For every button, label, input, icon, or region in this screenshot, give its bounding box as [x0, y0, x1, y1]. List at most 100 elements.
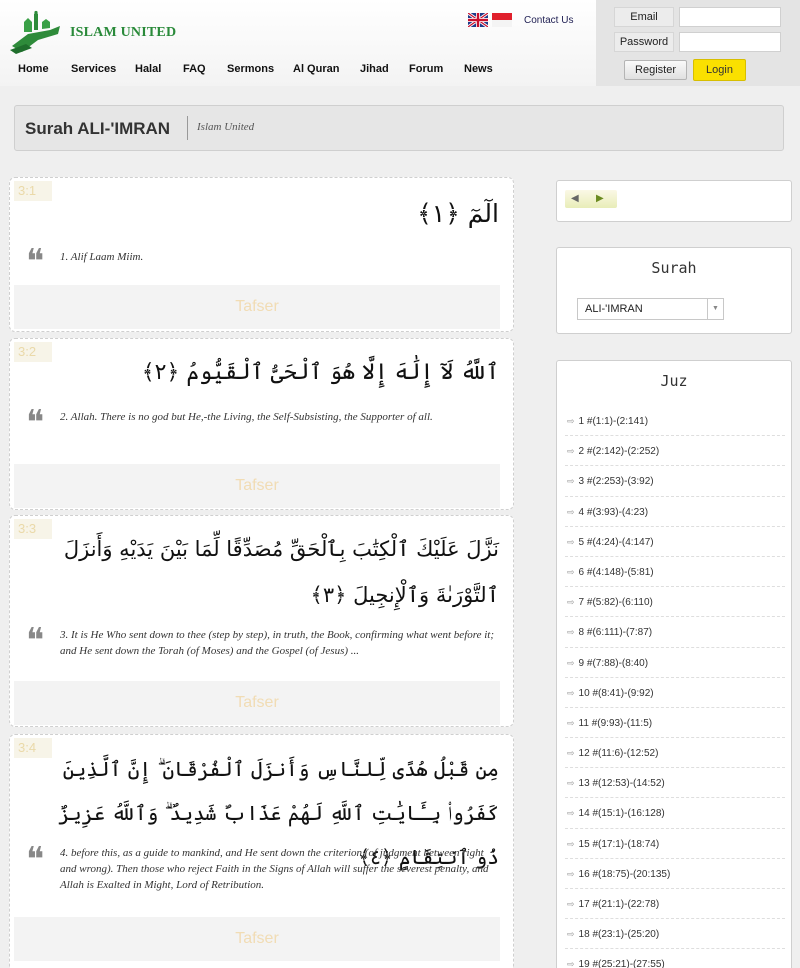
quote-icon: ❝ — [26, 840, 45, 880]
page-subtitle: Islam United — [197, 121, 255, 133]
verse-number: 3:1 — [14, 181, 52, 201]
arabic-text: الٓمٓ ﴿١﴾ — [417, 199, 499, 228]
tafser-button[interactable]: Tafser — [14, 464, 500, 508]
arrow-right-icon: ⇨ — [567, 657, 575, 668]
juz-item[interactable]: ⇨ 15 #(17:1)-(18:74) — [565, 829, 785, 859]
arrow-right-icon: ⇨ — [567, 627, 575, 638]
nav-jihad[interactable]: Jihad — [360, 63, 409, 75]
nav-home[interactable]: Home — [18, 63, 71, 75]
surah-select-value: ALI-'IMRAN — [585, 303, 643, 315]
brand-name[interactable]: ISLAM UNITED — [70, 25, 176, 41]
juz-item[interactable]: ⇨ 16 #(18:75)-(20:135) — [565, 859, 785, 889]
juz-item-label: 11 #(9:93)-(11:5) — [578, 717, 653, 729]
arrow-right-icon: ⇨ — [567, 416, 575, 426]
juz-item[interactable]: ⇨ 1 #(1:1)-(2:141) — [565, 406, 785, 437]
juz-item-label: 12 #(11:6)-(12:52) — [578, 748, 659, 760]
juz-item-label: 8 #(6:111)-(7:87) — [578, 627, 653, 639]
surah-heading: Surah — [651, 259, 697, 277]
juz-item[interactable]: ⇨ 6 #(4:148)-(5:81) — [565, 557, 785, 588]
audio-player: ◀ ▶ — [556, 180, 792, 222]
register-button[interactable]: Register — [624, 60, 687, 80]
juz-item-label: 3 #(2:253)-(3:92) — [578, 476, 654, 488]
juz-item[interactable]: ⇨ 19 #(25:21)-(27:55) — [565, 949, 785, 968]
contact-us-link[interactable]: Contact Us — [524, 15, 573, 26]
juz-item[interactable]: ⇨ 12 #(11:6)-(12:52) — [565, 738, 785, 769]
quote-icon: ❝ — [26, 242, 45, 282]
juz-item-label: 14 #(15:1)-(16:128) — [578, 808, 665, 820]
arrow-right-icon: ⇨ — [567, 778, 575, 789]
tafser-button[interactable]: Tafser — [14, 681, 500, 725]
nav-al-quran[interactable]: Al Quran — [293, 63, 360, 75]
juz-item[interactable]: ⇨ 8 #(6:111)-(7:87) — [565, 617, 785, 648]
juz-item[interactable]: ⇨ 7 #(5:82)-(6:110) — [565, 587, 785, 618]
login-button[interactable]: Login — [693, 59, 746, 81]
nav-faq[interactable]: FAQ — [183, 63, 227, 75]
surah-select[interactable]: ALI-'IMRAN ▼ — [577, 298, 724, 320]
login-panel: Email Password Register Login — [596, 0, 800, 86]
speaker-icon[interactable]: ◀ — [571, 193, 579, 204]
juz-item-label: 18 #(23:1)-(25:20) — [578, 929, 660, 941]
arabic-text: ٱللَّهُ لَآ إِلَٰهَ إِلَّا هُوَ ٱلْحَىُّ… — [141, 360, 499, 385]
juz-item[interactable]: ⇨ 17 #(21:1)-(22:78) — [565, 889, 785, 920]
arrow-right-icon: ⇨ — [567, 506, 575, 517]
islam-united-logo[interactable] — [8, 10, 64, 56]
page-title-bar: Surah ALI-'IMRAN Islam United — [14, 105, 784, 151]
nav-halal[interactable]: Halal — [135, 63, 183, 75]
arrow-right-icon: ⇨ — [567, 838, 575, 849]
arrow-right-icon: ⇨ — [567, 717, 575, 728]
indonesia-flag-icon[interactable] — [492, 13, 512, 27]
arrow-right-icon: ⇨ — [567, 476, 575, 487]
juz-item-label: 2 #(2:142)-(2:252) — [578, 446, 660, 458]
juz-item-label: 13 #(12:53)-(14:52) — [578, 778, 665, 790]
juz-item-label: 4 #(3:93)-(4:23) — [578, 506, 649, 518]
verse-card: 3:2 ٱللَّهُ لَآ إِلَٰهَ إِلَّا هُوَ ٱلْح… — [9, 338, 514, 510]
juz-item[interactable]: ⇨ 5 #(4:24)-(4:147) — [565, 527, 785, 557]
verse-card: 3:4 مِن قَبْلُ هُدًى لِّلنَّاسِ وَأَنزَل… — [9, 734, 514, 968]
juz-item-label: 15 #(17:1)-(18:74) — [578, 838, 660, 850]
juz-item[interactable]: ⇨ 11 #(9:93)-(11:5) — [565, 708, 785, 739]
arrow-right-icon: ⇨ — [567, 597, 575, 608]
arrow-right-icon: ⇨ — [567, 808, 575, 819]
translation-text: 2. Allah. There is no god but He,-the Li… — [60, 411, 433, 423]
nav-news[interactable]: News — [464, 63, 504, 75]
translation-text: 1. Alif Laam Miim. — [60, 251, 144, 263]
nav-forum[interactable]: Forum — [409, 63, 464, 75]
verse-card: 3:1 الٓمٓ ﴿١﴾ ❝ 1. Alif Laam Miim. Tafse… — [9, 177, 514, 332]
surah-selector-box: Surah ALI-'IMRAN ▼ — [556, 247, 792, 334]
email-field[interactable] — [679, 7, 781, 27]
juz-item[interactable]: ⇨ 9 #(7:88)-(8:40) — [565, 648, 785, 678]
arrow-right-icon: ⇨ — [567, 959, 575, 968]
arrow-right-icon: ⇨ — [567, 868, 575, 879]
verse-card: 3:3 نَزَّلَ عَلَيْكَ ٱلْكِتَٰبَ بِٱلْحَق… — [9, 515, 514, 727]
juz-item-label: 5 #(4:24)-(4:147) — [578, 536, 654, 548]
arrow-right-icon: ⇨ — [567, 446, 575, 457]
juz-item[interactable]: ⇨ 18 #(23:1)-(25:20) — [565, 919, 785, 950]
juz-item-label: 19 #(25:21)-(27:55) — [578, 959, 665, 968]
tafser-button[interactable]: Tafser — [14, 917, 500, 961]
uk-flag-icon[interactable] — [468, 13, 488, 27]
juz-item-label: 7 #(5:82)-(6:110) — [578, 597, 653, 609]
juz-item[interactable]: ⇨ 2 #(2:142)-(2:252) — [565, 436, 785, 467]
juz-heading: Juz — [660, 372, 688, 390]
main-nav: Home Services Halal FAQ Sermons Al Quran… — [18, 63, 504, 75]
player-controls: ◀ ▶ — [565, 190, 617, 208]
chevron-down-icon[interactable]: ▼ — [707, 299, 723, 319]
juz-item[interactable]: ⇨ 10 #(8:41)-(9:92) — [565, 678, 785, 708]
juz-item[interactable]: ⇨ 3 #(2:253)-(3:92) — [565, 466, 785, 497]
juz-item[interactable]: ⇨ 4 #(3:93)-(4:23) — [565, 497, 785, 527]
juz-item-label: 17 #(21:1)-(22:78) — [578, 899, 660, 910]
verse-number: 3:2 — [14, 342, 52, 362]
email-label: Email — [614, 7, 674, 27]
arabic-text: نَزَّلَ عَلَيْكَ ٱلْكِتَٰبَ بِٱلْحَقِّ م… — [63, 537, 499, 607]
arrow-right-icon: ⇨ — [567, 566, 575, 577]
arrow-right-icon: ⇨ — [567, 536, 575, 547]
juz-list: ⇨ 1 #(1:1)-(2:141) ⇨ 2 #(2:142)-(2:252) ⇨ 3 #… — [565, 406, 785, 968]
password-field[interactable] — [679, 32, 781, 52]
nav-sermons[interactable]: Sermons — [227, 63, 293, 75]
play-icon[interactable]: ▶ — [596, 193, 604, 204]
juz-item[interactable]: ⇨ 13 #(12:53)-(14:52) — [565, 768, 785, 799]
page-title: Surah ALI-'IMRAN — [25, 119, 171, 138]
nav-services[interactable]: Services — [71, 63, 135, 75]
tafser-button[interactable]: Tafser — [14, 285, 500, 329]
juz-item[interactable]: ⇨ 14 #(15:1)-(16:128) — [565, 798, 785, 829]
